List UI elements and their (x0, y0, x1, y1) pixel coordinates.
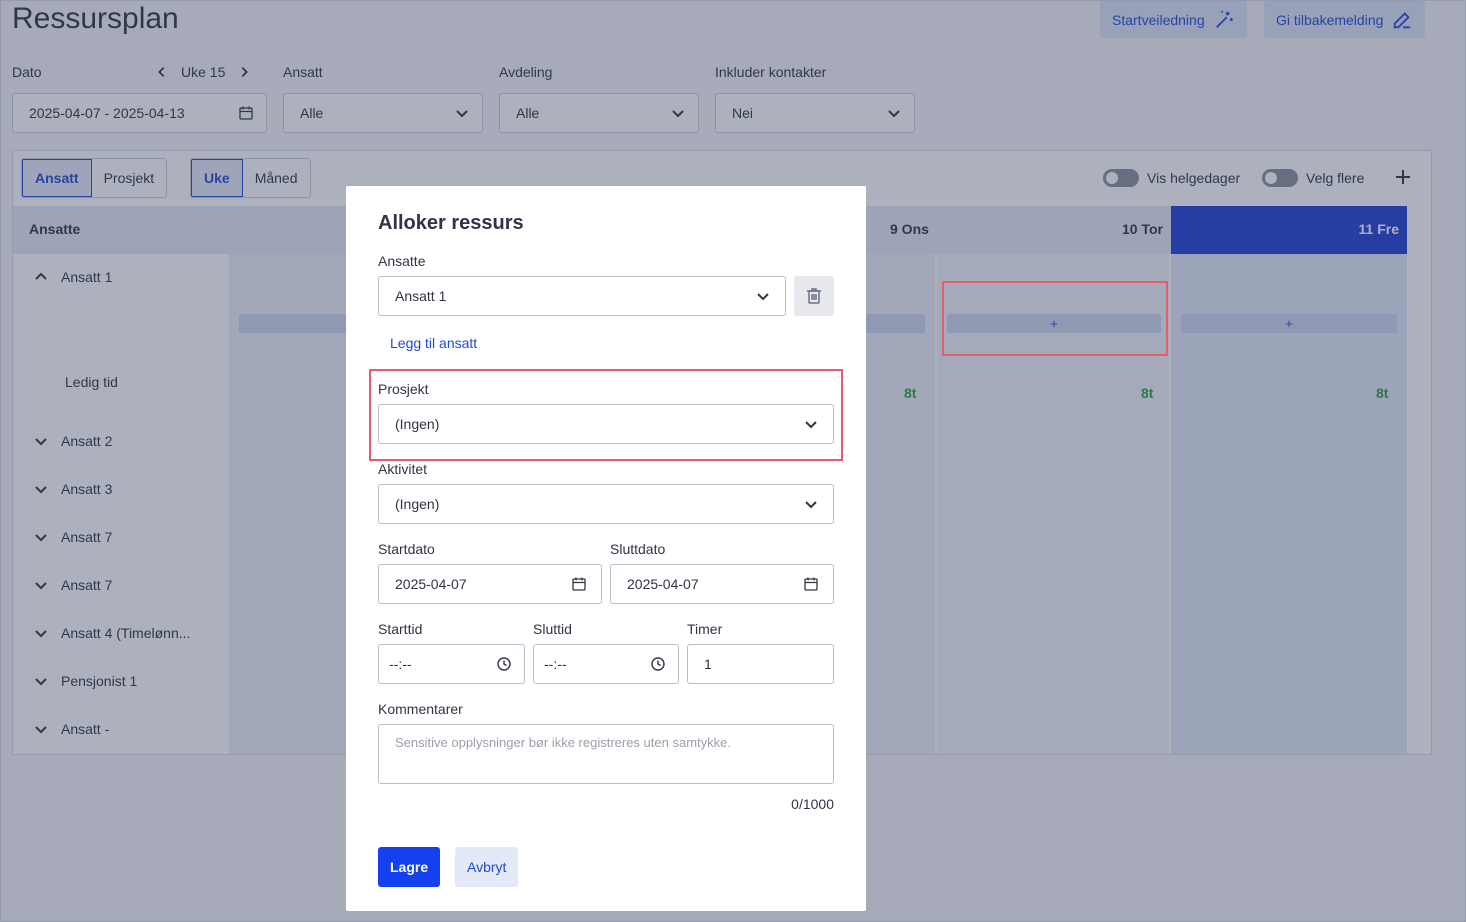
start-date-label: Startdato (378, 541, 435, 557)
activity-select[interactable]: (Ingen) (378, 484, 834, 524)
clock-icon (651, 657, 665, 671)
hours-label: Timer (687, 621, 723, 637)
end-time-input[interactable]: --:-- (533, 644, 679, 684)
hours-value: 1 (704, 656, 712, 672)
employee-select-value: Ansatt 1 (395, 288, 447, 304)
chevron-down-icon (757, 293, 769, 301)
start-date-value: 2025-04-07 (395, 576, 467, 592)
trash-icon (807, 288, 821, 304)
employee-select[interactable]: Ansatt 1 (378, 276, 786, 316)
calendar-icon (804, 577, 818, 591)
char-counter: 0/1000 (791, 796, 834, 812)
comments-textarea[interactable]: Sensitive opplysninger bør ikke registre… (378, 724, 834, 784)
clock-icon (497, 657, 511, 671)
comments-label: Kommentarer (378, 701, 463, 717)
end-date-label: Sluttdato (610, 541, 666, 557)
start-date-input[interactable]: 2025-04-07 (378, 564, 602, 604)
highlight-box-project (369, 369, 843, 461)
hours-input[interactable]: 1 (687, 644, 834, 684)
start-time-input[interactable]: --:-- (378, 644, 525, 684)
chevron-down-icon (805, 501, 817, 509)
start-time-value: --:-- (389, 656, 412, 672)
activity-label: Aktivitet (378, 461, 428, 477)
end-date-value: 2025-04-07 (627, 576, 699, 592)
end-time-label: Sluttid (533, 621, 572, 637)
delete-employee-button[interactable] (794, 276, 834, 316)
add-employee-link[interactable]: Legg til ansatt (390, 335, 477, 351)
start-time-label: Starttid (378, 621, 423, 637)
employees-label: Ansatte (378, 253, 426, 269)
allocate-resource-modal: Alloker ressurs Ansatte Ansatt 1 Legg ti… (346, 186, 866, 911)
cancel-button[interactable]: Avbryt (455, 847, 519, 887)
activity-select-value: (Ingen) (395, 496, 440, 512)
save-button[interactable]: Lagre (378, 847, 441, 887)
modal-title: Alloker ressurs (378, 212, 524, 234)
end-time-value: --:-- (544, 656, 567, 672)
end-date-input[interactable]: 2025-04-07 (610, 564, 834, 604)
highlight-box-cell (942, 281, 1168, 356)
calendar-icon (572, 577, 586, 591)
